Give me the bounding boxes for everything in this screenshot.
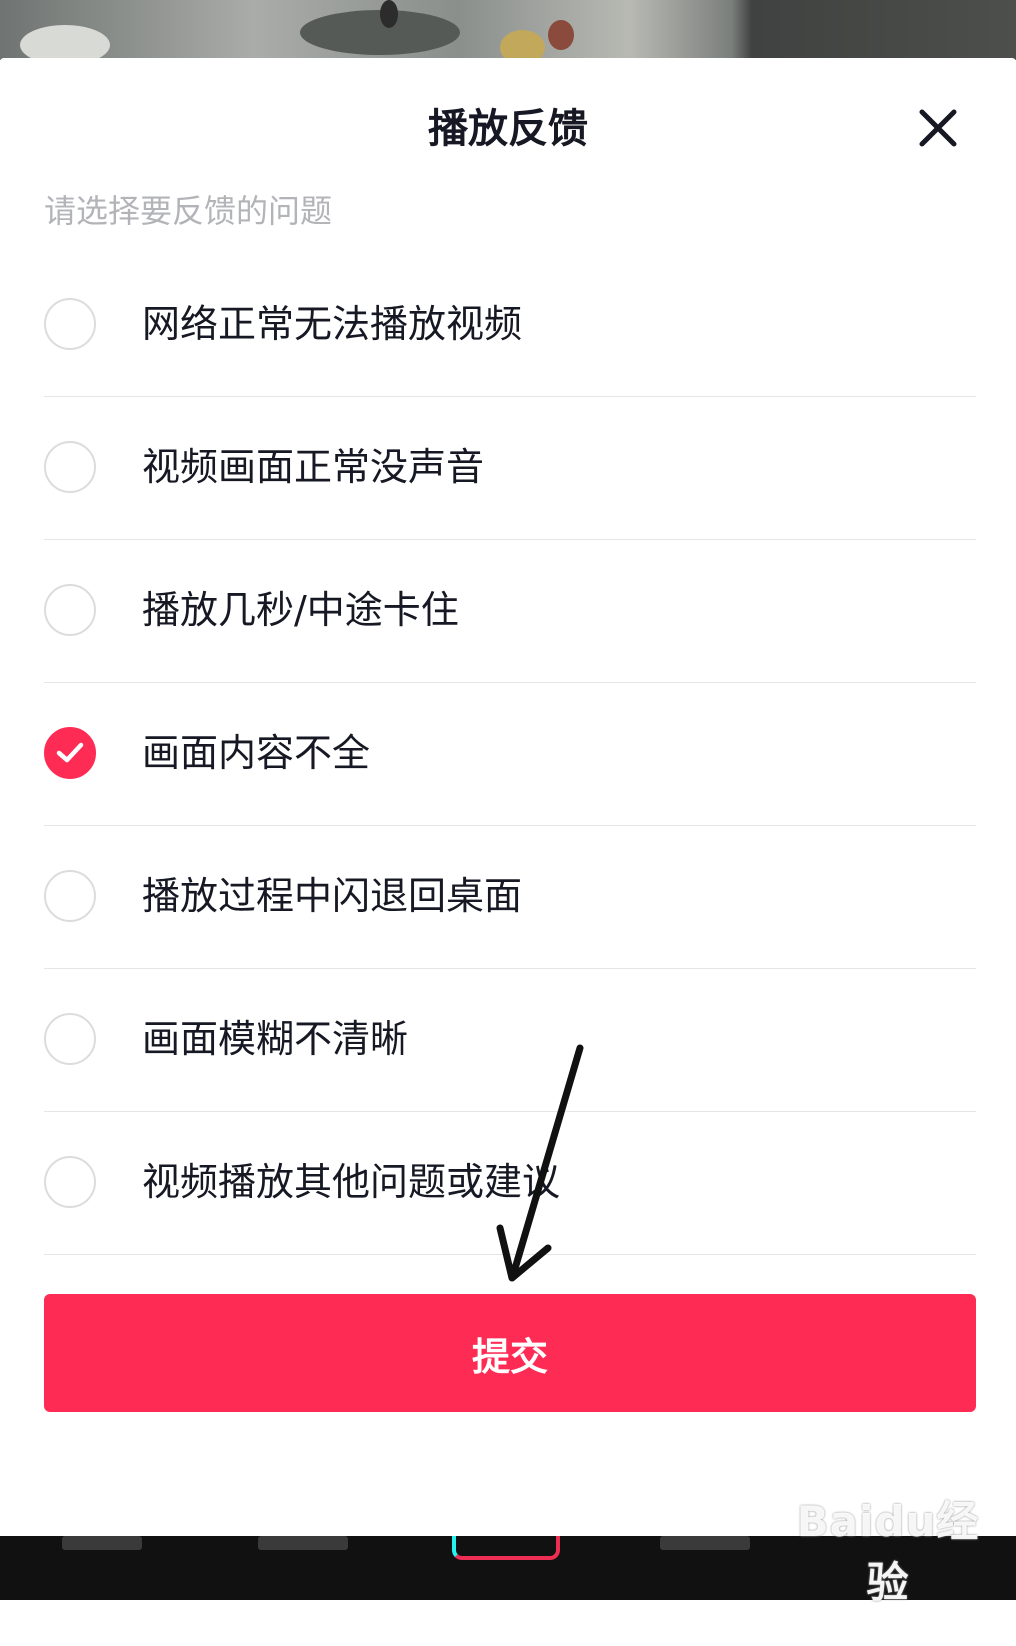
radio-button[interactable] — [44, 441, 96, 493]
radio-button[interactable] — [44, 870, 96, 922]
check-icon — [56, 742, 84, 763]
option-item[interactable]: 播放几秒/中途卡住 — [44, 540, 976, 683]
video-content — [380, 0, 398, 28]
option-item[interactable]: 网络正常无法播放视频 — [44, 254, 976, 397]
background-video-strip — [0, 0, 1016, 60]
option-list: 网络正常无法播放视频 视频画面正常没声音 播放几秒/中途卡住 画面内容不全 播放… — [44, 254, 976, 1255]
radio-button[interactable] — [44, 298, 96, 350]
radio-button[interactable] — [44, 1156, 96, 1208]
option-label: 画面内容不全 — [142, 731, 371, 775]
option-label: 播放几秒/中途卡住 — [142, 588, 459, 632]
sheet-subtitle: 请选择要反馈的问题 — [44, 192, 333, 230]
radio-button[interactable] — [44, 1013, 96, 1065]
tab-placeholder[interactable] — [62, 1536, 142, 1550]
option-item[interactable]: 视频播放其他问题或建议 — [44, 1112, 976, 1255]
option-item[interactable]: 画面模糊不清晰 — [44, 969, 976, 1112]
option-item[interactable]: 视频画面正常没声音 — [44, 397, 976, 540]
feedback-sheet: 播放反馈 请选择要反馈的问题 网络正常无法播放视频 视频画面正常没声音 播放几秒… — [0, 58, 1016, 1536]
option-label: 视频播放其他问题或建议 — [142, 1160, 561, 1204]
tab-placeholder[interactable] — [258, 1536, 348, 1550]
radio-button[interactable] — [44, 584, 96, 636]
option-item-selected[interactable]: 画面内容不全 — [44, 683, 976, 826]
watermark-url: jingyan.baidu.com — [778, 1618, 1000, 1646]
option-label: 网络正常无法播放视频 — [142, 302, 523, 346]
option-item[interactable]: 播放过程中闪退回桌面 — [44, 826, 976, 969]
option-label: 画面模糊不清晰 — [142, 1017, 409, 1061]
radio-button-checked[interactable] — [44, 727, 96, 779]
close-button[interactable] — [910, 100, 966, 156]
create-button[interactable] — [452, 1536, 560, 1560]
watermark-logo: Baidu经验 — [796, 1497, 980, 1607]
video-content — [548, 20, 574, 50]
video-content — [500, 30, 545, 60]
submit-button[interactable]: 提交 — [44, 1294, 976, 1412]
sheet-title: 播放反馈 — [428, 106, 588, 152]
option-label: 视频画面正常没声音 — [142, 445, 485, 489]
video-content — [20, 25, 110, 60]
close-icon — [919, 109, 957, 147]
tab-placeholder[interactable] — [660, 1536, 750, 1550]
option-label: 播放过程中闪退回桌面 — [142, 874, 523, 918]
baidu-watermark: Baidu经验 jingyan.baidu.com — [778, 1488, 999, 1646]
